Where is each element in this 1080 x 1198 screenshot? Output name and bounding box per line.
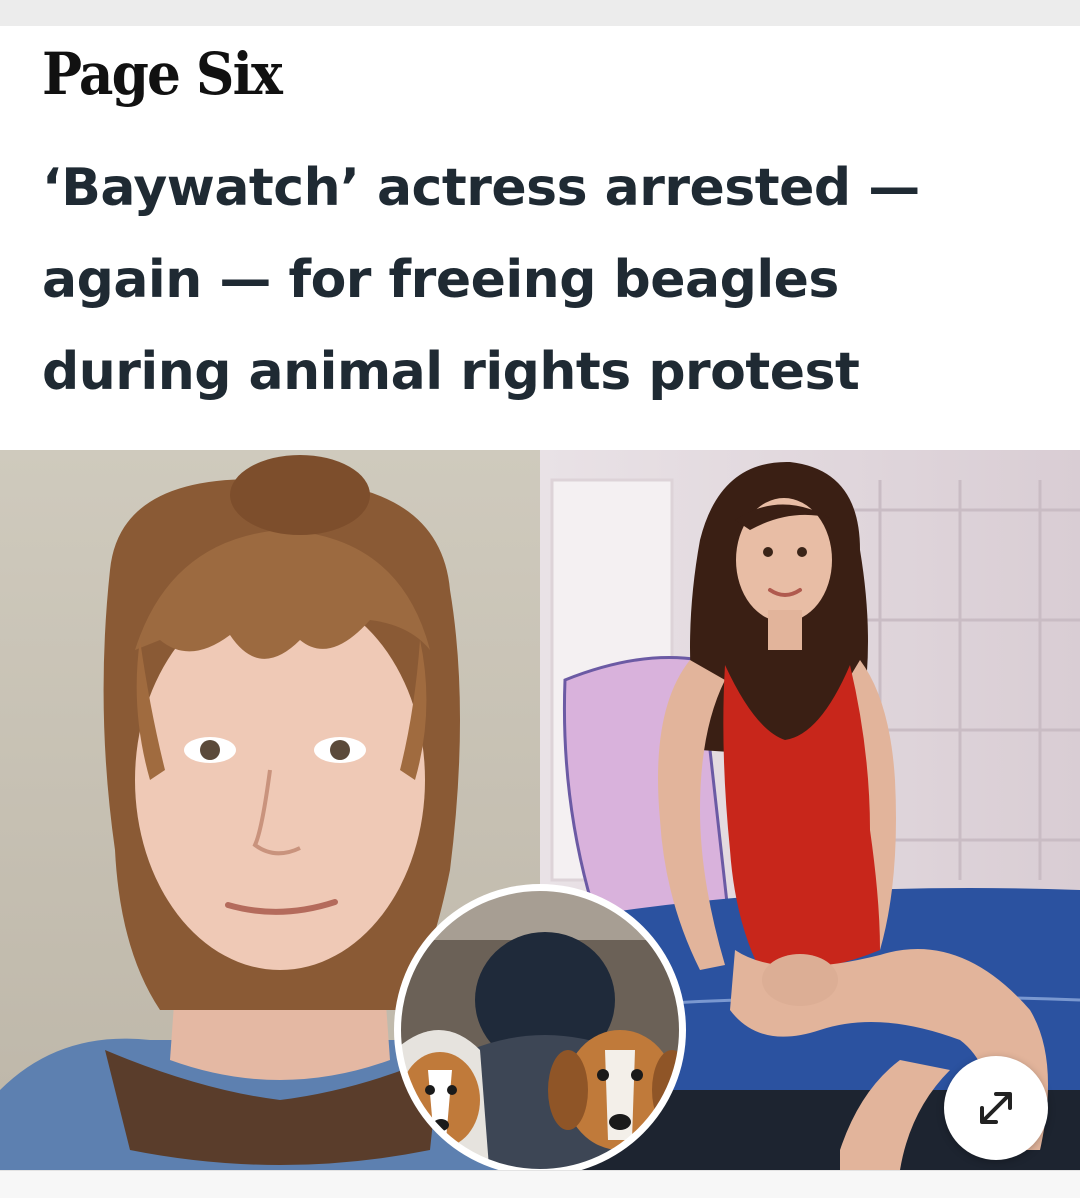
expand-image-button[interactable] [944,1056,1048,1160]
top-strip [0,0,1080,26]
brand-logo[interactable]: Page Six [42,40,283,108]
article-image[interactable] [0,450,1080,1170]
article-headline[interactable]: ‘Baywatch’ actress arrested — again — fo… [42,142,1042,418]
bottom-strip [0,1170,1080,1198]
expand-icon [980,1092,1012,1124]
article-card[interactable]: Page Six ‘Baywatch’ actress arrested — a… [0,26,1080,1197]
